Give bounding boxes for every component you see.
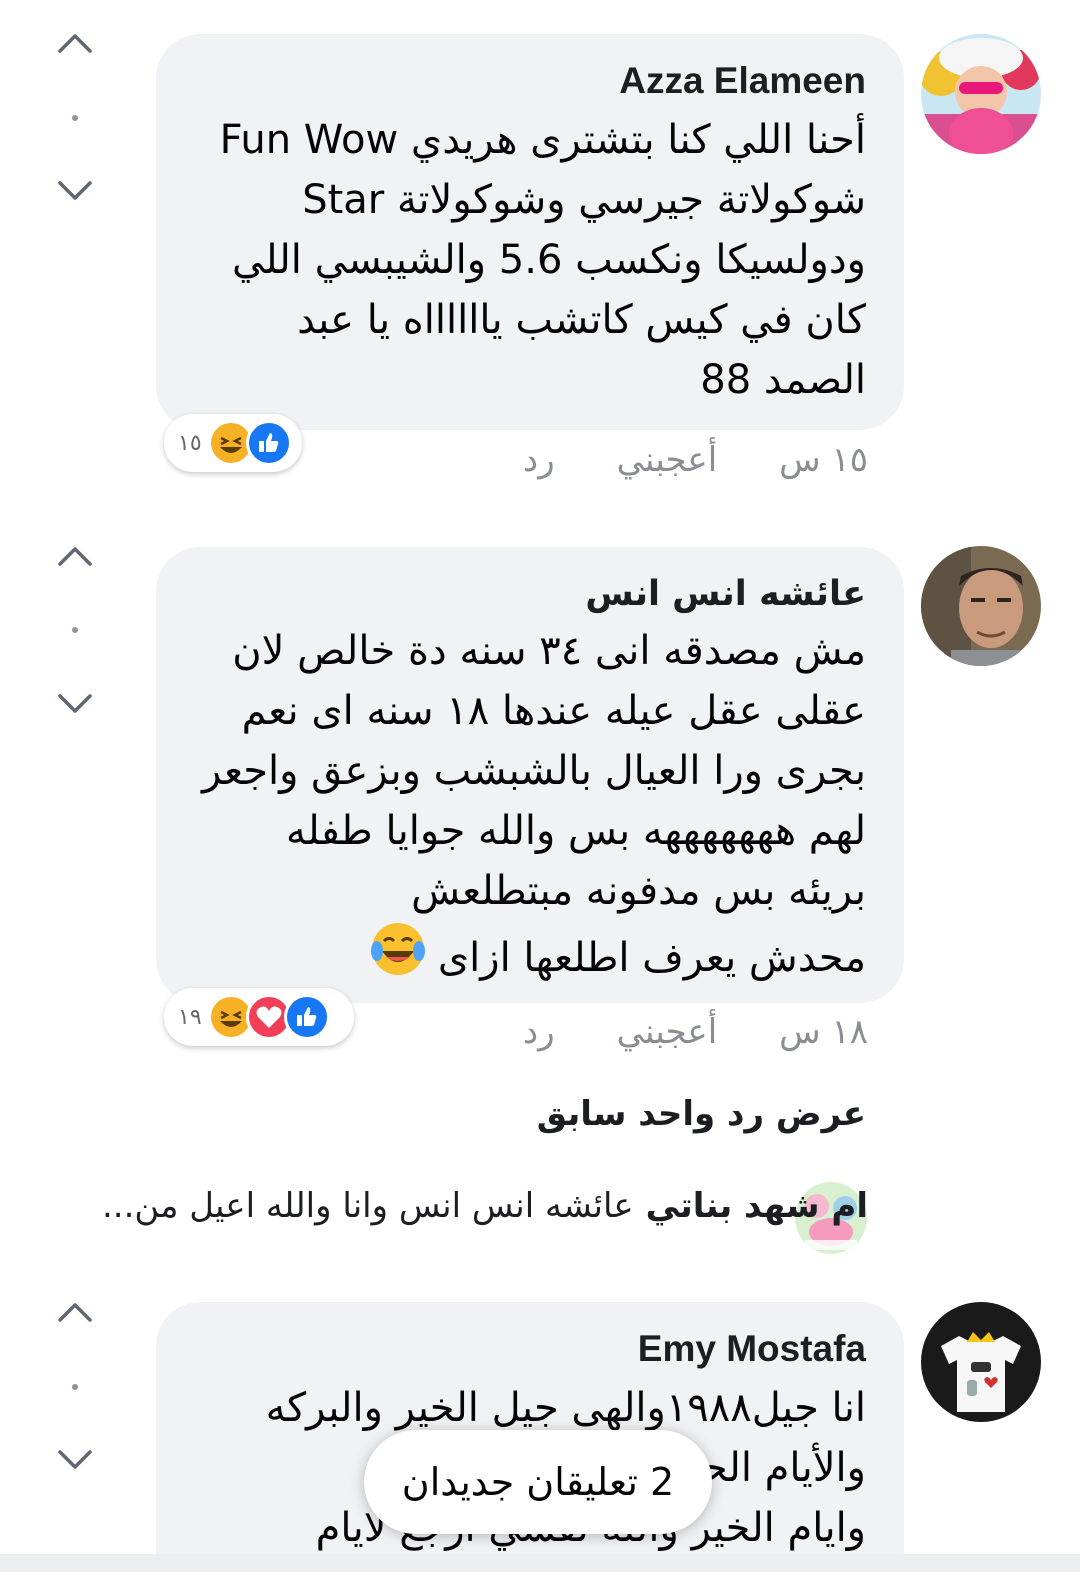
comment-line: انا جيل١٩٨٨والهى جيل الخير والبركه <box>265 1385 866 1431</box>
comment-actions: ١٨ س أعجبني رد <box>523 1012 868 1052</box>
reply-button[interactable]: رد <box>523 1012 555 1052</box>
upvote-chevron-icon[interactable] <box>52 539 98 573</box>
like-button[interactable]: أعجبني <box>617 1012 718 1052</box>
upvote-chevron-icon[interactable] <box>52 1295 98 1329</box>
comment-bubble: عائشه انس انس مش مصدقه انى ٣٤ سنه دة خال… <box>156 547 904 1003</box>
vote-controls <box>52 1291 98 1481</box>
reply-author[interactable]: ام شهد بناتي <box>646 1186 868 1226</box>
like-button[interactable]: أعجبني <box>617 440 718 480</box>
downvote-chevron-icon[interactable] <box>52 687 98 721</box>
vote-dot <box>72 115 78 121</box>
avatar[interactable] <box>921 1302 1041 1422</box>
like-icon <box>245 420 292 466</box>
reaction-summary[interactable]: ١٥ <box>164 414 302 472</box>
comment-line: الصمد 88 <box>700 357 866 403</box>
vote-dot <box>72 627 78 633</box>
comment-author[interactable]: Azza Elameen <box>194 56 866 106</box>
bottom-edge <box>0 1554 1080 1572</box>
vote-controls <box>52 22 98 212</box>
comment-author[interactable]: عائشه انس انس <box>194 569 866 619</box>
comment-line: بجرى ورا العيال بالشبشب وبزعق واجعر <box>201 748 866 794</box>
reply-preview[interactable]: ام شهد بناتي عائشه انس انس وانا والله اع… <box>102 1186 868 1226</box>
avatar[interactable] <box>921 546 1041 666</box>
reaction-summary[interactable]: ١٩ <box>164 988 354 1046</box>
comment-timestamp: ١٨ س <box>779 1012 868 1052</box>
reaction-count: ١٥ <box>178 430 202 456</box>
avatar[interactable] <box>921 34 1041 154</box>
like-icon <box>283 994 330 1040</box>
comment-line: شوكولاتة جيرسي وشوكولاتة Star <box>302 177 866 223</box>
comment-author[interactable]: Emy Mostafa <box>194 1324 866 1374</box>
comment-timestamp: ١٥ س <box>779 440 868 480</box>
comment-line: بريئه بس مدفونه مبتطلعش <box>411 868 866 914</box>
reply-text: عائشه انس انس وانا والله اعيل من... <box>101 1186 634 1226</box>
comment-line: لهم هههههههه بس والله جوايا طفله <box>286 808 866 854</box>
upvote-chevron-icon[interactable] <box>52 26 98 60</box>
comment-line: ودولسيكا ونكسب 5.6 والشيبسي اللي <box>232 237 866 283</box>
comment-line-text: محدش يعرف اطلعها ازاى <box>437 934 866 981</box>
downvote-chevron-icon[interactable] <box>52 174 98 208</box>
vote-dot <box>72 1384 78 1390</box>
comment-line: أحنا اللي كنا بتشترى هريدي Fun Wow <box>219 117 866 163</box>
comment-line: مش مصدقه انى ٣٤ سنه دة خالص لان <box>232 628 866 674</box>
comment-text: مش مصدقه انى ٣٤ سنه دة خالص لان عقلى عقل… <box>194 621 866 994</box>
reply-button[interactable]: رد <box>523 440 555 480</box>
vote-controls <box>52 535 98 725</box>
reaction-count: ١٩ <box>178 1004 202 1030</box>
comment-line: عقلى عقل عيله عندها ١٨ سنه اى نعم <box>241 688 866 734</box>
downvote-chevron-icon[interactable] <box>52 1443 98 1477</box>
laughing-tears-emoji-icon <box>370 921 426 994</box>
comment-bubble: Azza Elameen أحنا اللي كنا بتشترى هريدي … <box>156 34 904 430</box>
view-previous-replies-link[interactable]: عرض رد واحد سابق <box>537 1094 866 1134</box>
new-comments-toast[interactable]: 2 تعليقان جديدان <box>364 1430 712 1534</box>
comment-text: أحنا اللي كنا بتشترى هريدي Fun Wow شوكول… <box>194 110 866 410</box>
comment-actions: ١٥ س أعجبني رد <box>523 440 868 480</box>
comment-line: كان في كيس كاتشب يااااااه يا عبد <box>297 297 866 343</box>
comment-line: محدش يعرف اطلعها ازاى <box>194 921 866 994</box>
